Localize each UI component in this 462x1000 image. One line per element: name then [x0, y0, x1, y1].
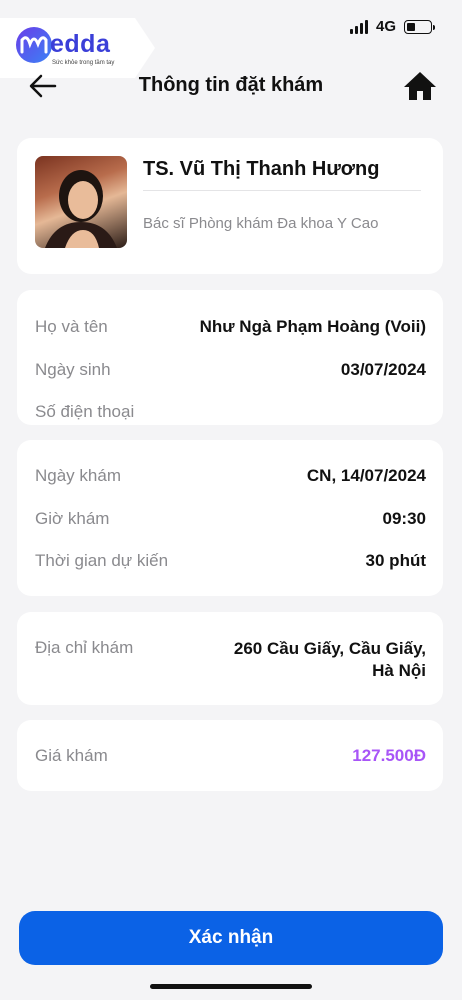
time-label: Giờ khám [35, 509, 110, 528]
doctor-description: Bác sĩ Phòng khám Đa khoa Y Cao [143, 215, 379, 232]
address-line2: Hà Nội [372, 661, 426, 680]
phone-row: Số điện thoại [35, 402, 426, 422]
doctor-avatar [35, 156, 127, 248]
date-label: Ngày khám [35, 466, 121, 485]
fee-row: Giá khám 127.500Đ [35, 746, 426, 766]
divider [143, 190, 421, 191]
time-value: 09:30 [382, 509, 426, 528]
address-row: Địa chỉ khám 260 Cầu Giấy, Cầu Giấy, Hà … [35, 638, 426, 682]
date-value: CN, 14/07/2024 [306, 466, 426, 485]
address-card: Địa chỉ khám 260 Cầu Giấy, Cầu Giấy, Hà … [17, 612, 443, 705]
address-line1: 260 Cầu Giấy, Cầu Giấy, [233, 639, 426, 658]
address-label: Địa chỉ khám [35, 638, 134, 657]
confirm-button[interactable]: Xác nhận [19, 911, 443, 965]
home-icon [404, 72, 436, 100]
duration-row: Thời gian dự kiến 30 phút [35, 551, 426, 571]
address-value: 260 Cầu Giấy, Cầu Giấy, Hà Nội [234, 638, 426, 682]
doctor-name: TS. Vũ Thị Thanh Hương [143, 158, 380, 180]
signal-icon [349, 19, 368, 34]
patient-info-card: Họ và tên Như Ngà Phạm Hoàng (Voii) Ngày… [17, 290, 443, 425]
fee-card: Giá khám 127.500Đ [17, 720, 443, 791]
fee-label: Giá khám [35, 746, 108, 765]
home-indicator [150, 984, 312, 989]
patient-name-label: Họ và tên [35, 317, 108, 336]
appointment-card: Ngày khám CN, 14/07/2024 Giờ khám 09:30 … [17, 440, 443, 596]
home-button[interactable] [402, 70, 438, 102]
dob-row: Ngày sinh 03/07/2024 [35, 360, 426, 380]
battery-icon [404, 19, 435, 34]
patient-name-value: Như Ngà Phạm Hoàng (Voii) [199, 317, 426, 336]
time-row: Giờ khám 09:30 [35, 509, 426, 529]
dob-value: 03/07/2024 [340, 360, 426, 379]
duration-value: 30 phút [365, 551, 426, 570]
phone-label: Số điện thoại [35, 402, 135, 421]
page-title: Thông tin đặt khám [138, 74, 324, 96]
logo-text: edda [50, 30, 111, 58]
logo-m-icon [16, 27, 52, 63]
app-header: Thông tin đặt khám [0, 62, 462, 110]
patient-name-row: Họ và tên Như Ngà Phạm Hoàng (Voii) [35, 317, 426, 337]
date-row: Ngày khám CN, 14/07/2024 [35, 466, 426, 486]
duration-label: Thời gian dự kiến [35, 551, 169, 570]
doctor-card: TS. Vũ Thị Thanh Hương Bác sĩ Phòng khám… [17, 138, 443, 274]
network-type: 4G [375, 18, 396, 35]
status-bar: 4G [349, 18, 435, 35]
dob-label: Ngày sinh [35, 360, 111, 379]
fee-value: 127.500Đ [352, 746, 426, 765]
